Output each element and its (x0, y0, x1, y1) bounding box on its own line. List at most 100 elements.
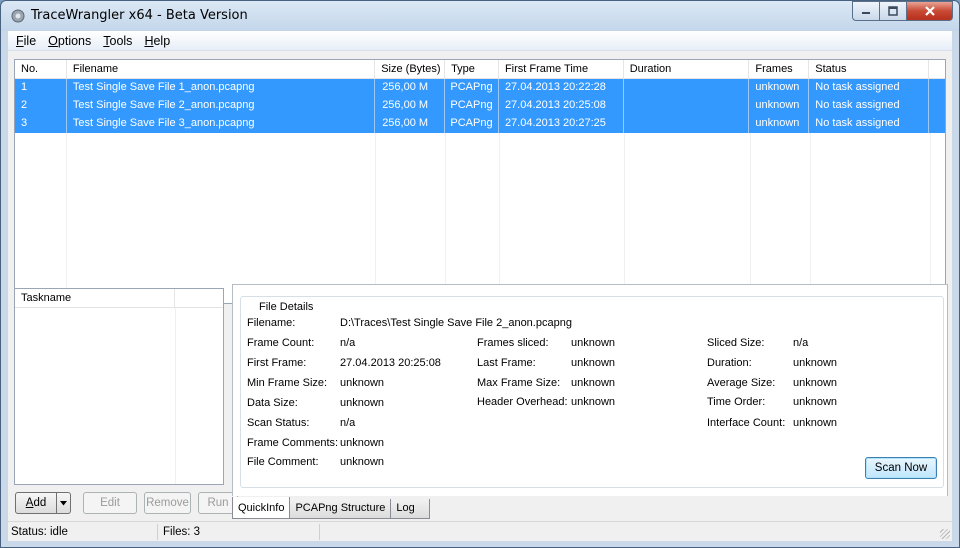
menu-tools[interactable]: Tools (98, 34, 137, 48)
resize-grip-icon[interactable] (940, 529, 950, 539)
menu-help-label: elp (153, 33, 171, 48)
detail-label: Last Frame: (477, 357, 536, 369)
tab-log[interactable]: Log (390, 499, 431, 519)
column-header-type[interactable]: Type (445, 60, 499, 78)
details-tabs: QuickInfo PCAPng Structure Log (232, 497, 431, 519)
cell-size: 256,00 M (375, 97, 446, 115)
add-split-button: Add (15, 492, 71, 514)
cell-duration (624, 97, 750, 115)
detail-value: unknown (793, 396, 838, 408)
cell-size: 256,00 M (375, 79, 446, 97)
filename-label: Filename: (247, 317, 296, 329)
client-area: File Options Tools Help No. Filename Siz… (8, 31, 952, 541)
column-header-taskname[interactable]: Taskname (15, 289, 175, 307)
add-dropdown-button[interactable] (57, 492, 71, 514)
cell-no: 3 (15, 115, 67, 133)
menu-bar: File Options Tools Help (8, 31, 952, 51)
add-button[interactable]: Add (15, 492, 57, 514)
task-list-header: Taskname (15, 289, 223, 308)
close-icon (924, 6, 935, 16)
cell-first-frame-time: 27.04.2013 20:25:08 (499, 97, 624, 115)
column-header-status[interactable]: Status (809, 60, 930, 78)
cell-filename: Test Single Save File 1_anon.pcapng (67, 79, 376, 97)
column-header-size[interactable]: Size (Bytes) (375, 60, 446, 78)
column-header-filename[interactable]: Filename (67, 60, 376, 78)
menu-options[interactable]: Options (43, 34, 96, 48)
column-header-frames[interactable]: Frames (749, 60, 810, 78)
menu-file-label: ile (23, 33, 37, 48)
cell-type: PCAPng (445, 79, 499, 97)
menu-file-accel: F (16, 33, 24, 48)
status-bar: Status: idle Files: 3 (8, 521, 952, 541)
detail-label: Average Size: (707, 377, 776, 389)
table-row[interactable]: 1 Test Single Save File 1_anon.pcapng 25… (15, 79, 945, 97)
cell-filename: Test Single Save File 3_anon.pcapng (67, 115, 376, 133)
detail-value: n/a (340, 417, 356, 429)
menu-help[interactable]: Help (139, 34, 175, 48)
cell-status: No task assigned (809, 97, 929, 115)
cell-first-frame-time: 27.04.2013 20:22:28 (499, 79, 624, 97)
cell-status: No task assigned (809, 79, 929, 97)
detail-label: Data Size: (247, 397, 298, 409)
detail-label: Frame Count: (247, 337, 315, 349)
column-header-no[interactable]: No. (15, 60, 67, 78)
detail-label: Duration: (707, 357, 752, 369)
tab-pcapng-structure[interactable]: PCAPng Structure (289, 499, 392, 519)
task-list[interactable]: Taskname (14, 288, 224, 485)
detail-label: Scan Status: (247, 417, 310, 429)
table-row[interactable]: 3 Test Single Save File 3_anon.pcapng 25… (15, 115, 945, 133)
chevron-down-icon (60, 500, 67, 505)
detail-value: unknown (340, 456, 385, 468)
detail-label: First Frame: (247, 357, 307, 369)
close-button[interactable] (906, 1, 953, 21)
menu-options-label: ptions (57, 33, 92, 48)
add-button-accel: A (25, 497, 34, 509)
detail-value: unknown (793, 417, 838, 429)
maximize-icon (888, 6, 898, 16)
window-title: TraceWrangler x64 - Beta Version (31, 8, 248, 23)
file-list[interactable]: No. Filename Size (Bytes) Type First Fra… (14, 59, 946, 304)
cell-no: 2 (15, 97, 67, 115)
menu-file[interactable]: File (11, 34, 41, 48)
detail-value: unknown (571, 396, 616, 408)
detail-value: unknown (571, 337, 616, 349)
detail-label: Header Overhead: (477, 396, 568, 408)
minimize-button[interactable] (852, 1, 879, 21)
scan-now-button[interactable]: Scan Now (865, 457, 937, 479)
cell-frames: unknown (749, 97, 810, 115)
cell-status: No task assigned (809, 115, 929, 133)
file-list-header: No. Filename Size (Bytes) Type First Fra… (15, 60, 945, 79)
detail-value: unknown (340, 377, 385, 389)
detail-value: n/a (793, 337, 809, 349)
detail-value: unknown (340, 397, 385, 409)
detail-value: unknown (340, 437, 385, 449)
detail-label: Time Order: (707, 396, 766, 408)
edit-button[interactable]: Edit (83, 492, 137, 514)
detail-label: Frames sliced: (477, 337, 549, 349)
detail-value: n/a (340, 337, 356, 349)
cell-spacer (929, 115, 945, 133)
column-header-first-frame-time[interactable]: First Frame Time (499, 60, 624, 78)
cell-type: PCAPng (445, 97, 499, 115)
maximize-button[interactable] (879, 1, 906, 21)
tab-quickinfo[interactable]: QuickInfo (232, 497, 291, 519)
menu-options-accel: O (48, 33, 58, 48)
cell-size: 256,00 M (375, 115, 446, 133)
title-bar[interactable]: TraceWrangler x64 - Beta Version (1, 1, 959, 31)
files-count: Files: 3 (160, 524, 320, 540)
detail-label: Sliced Size: (707, 337, 765, 349)
task-toolbar: Add Edit Remove Run (15, 492, 245, 514)
cell-filename: Test Single Save File 2_anon.pcapng (67, 97, 376, 115)
detail-label: Max Frame Size: (477, 377, 561, 389)
detail-label: Frame Comments: (247, 437, 339, 449)
remove-button[interactable]: Remove (144, 492, 191, 514)
column-header-spacer (929, 60, 945, 78)
cell-type: PCAPng (445, 115, 499, 133)
minimize-icon (862, 12, 870, 14)
main-window: TraceWrangler x64 - Beta Version File Op… (0, 0, 960, 548)
detail-label: File Comment: (247, 456, 319, 468)
detail-value: unknown (571, 357, 616, 369)
table-row[interactable]: 2 Test Single Save File 2_anon.pcapng 25… (15, 97, 945, 115)
column-header-duration[interactable]: Duration (624, 60, 750, 78)
file-details-group: File Details Filename: D:\Traces\Test Si… (240, 296, 944, 488)
